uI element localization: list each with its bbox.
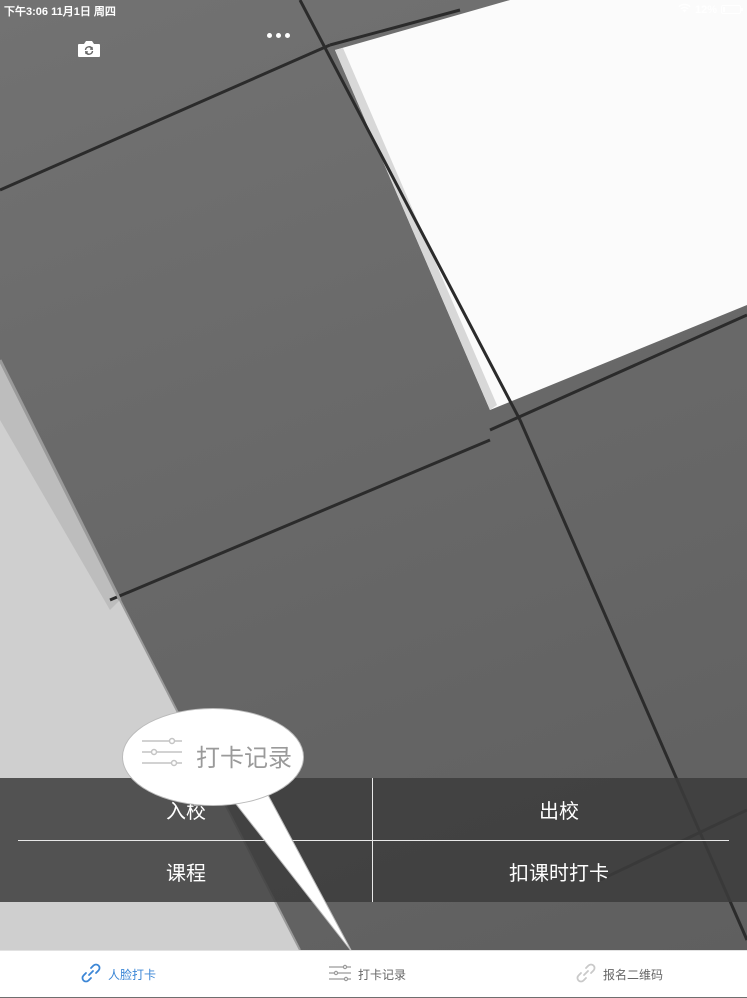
wifi-icon bbox=[678, 3, 691, 16]
check-in-action-grid: 入校 出校 课程 扣课时打卡 bbox=[0, 778, 747, 902]
sliders-icon bbox=[328, 964, 352, 985]
tab-bar: 人脸打卡 打卡记录 报名二维码 bbox=[0, 950, 747, 997]
tab-check-in-records-label: 打卡记录 bbox=[358, 968, 407, 982]
class-check-in-button[interactable]: 扣课时打卡 bbox=[373, 840, 745, 902]
link-icon bbox=[575, 962, 597, 987]
link-icon bbox=[80, 962, 102, 987]
leave-school-button[interactable]: 出校 bbox=[373, 778, 745, 840]
course-button[interactable]: 课程 bbox=[0, 840, 372, 902]
leave-school-label: 出校 bbox=[539, 800, 579, 823]
status-right: 12% bbox=[678, 3, 743, 16]
battery-icon bbox=[721, 5, 743, 14]
course-label: 课程 bbox=[166, 862, 206, 885]
tab-check-in-records[interactable]: 打卡记录 bbox=[328, 951, 406, 998]
sliders-icon bbox=[140, 735, 184, 776]
status-time-date: 下午3:06 11月1日 周四 bbox=[4, 6, 116, 18]
more-icon[interactable] bbox=[262, 28, 294, 42]
tab-registration-qr[interactable]: 报名二维码 bbox=[575, 951, 663, 998]
status-bar: 下午3:06 11月1日 周四 12% bbox=[0, 0, 747, 18]
camera-switch-icon[interactable] bbox=[77, 39, 101, 58]
callout-content: 打卡记录 bbox=[140, 735, 292, 776]
tab-registration-qr-label: 报名二维码 bbox=[603, 968, 664, 982]
tab-face-check-in[interactable]: 人脸打卡 bbox=[80, 951, 156, 998]
class-check-in-label: 扣课时打卡 bbox=[509, 862, 609, 885]
tab-face-check-in-label: 人脸打卡 bbox=[108, 968, 157, 982]
callout-label: 打卡记录 bbox=[196, 745, 292, 772]
battery-percent: 12% bbox=[694, 3, 717, 16]
